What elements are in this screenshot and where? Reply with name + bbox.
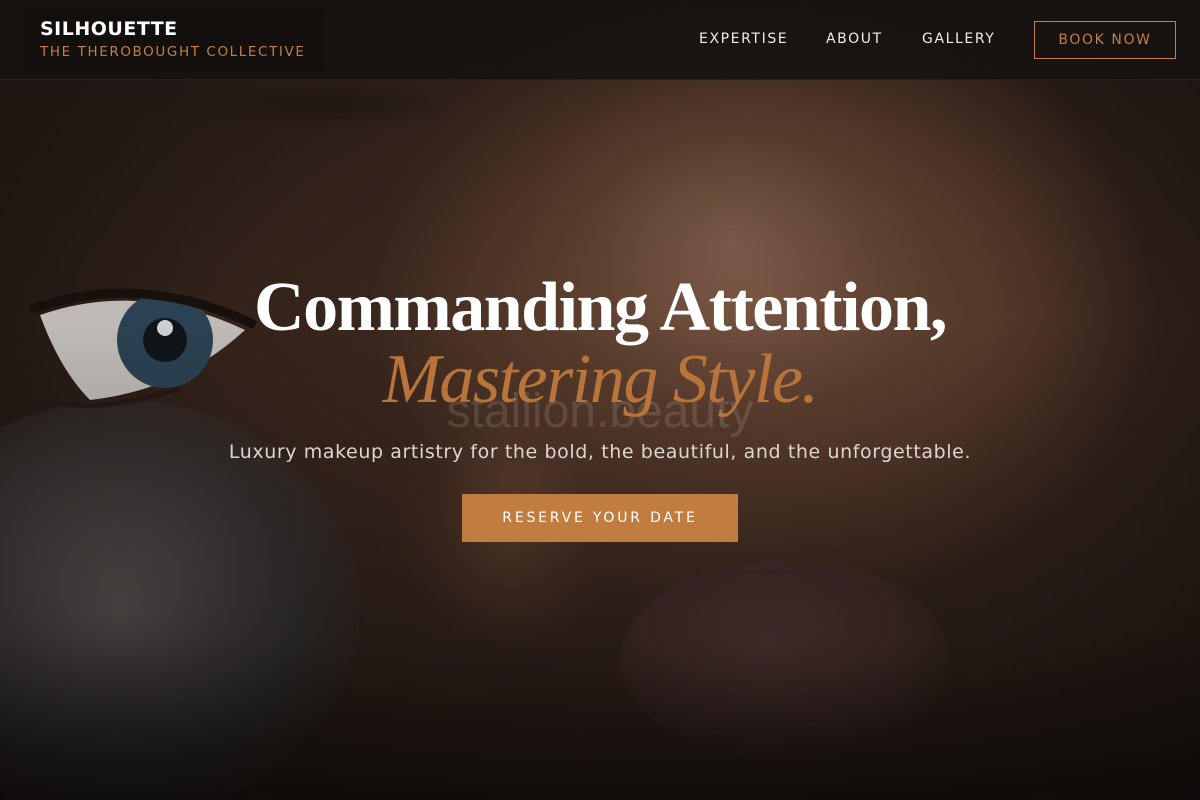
hero-title: Commanding Attention, [254, 269, 947, 346]
brand-tagline: THE THEROBOUGHT COLLECTIVE [40, 44, 306, 60]
hero-subtitle: Luxury makeup artistry for the bold, the… [228, 441, 972, 463]
book-now-button[interactable]: BOOK NOW [1034, 21, 1176, 59]
brand-name: SILHOUETTE [40, 18, 178, 40]
nav-link-expertise[interactable]: EXPERTISE [699, 31, 788, 47]
site-header: SILHOUETTE THE THEROBOUGHT COLLECTIVE EX… [0, 0, 1200, 80]
brand-logo[interactable]: SILHOUETTE THE THEROBOUGHT COLLECTIVE [24, 9, 324, 71]
reserve-date-button[interactable]: RESERVE YOUR DATE [462, 494, 738, 542]
nav-link-about[interactable]: ABOUT [826, 31, 883, 47]
hero-title-accent: Mastering Style. [382, 341, 819, 418]
nav-link-gallery[interactable]: GALLERY [922, 31, 995, 47]
